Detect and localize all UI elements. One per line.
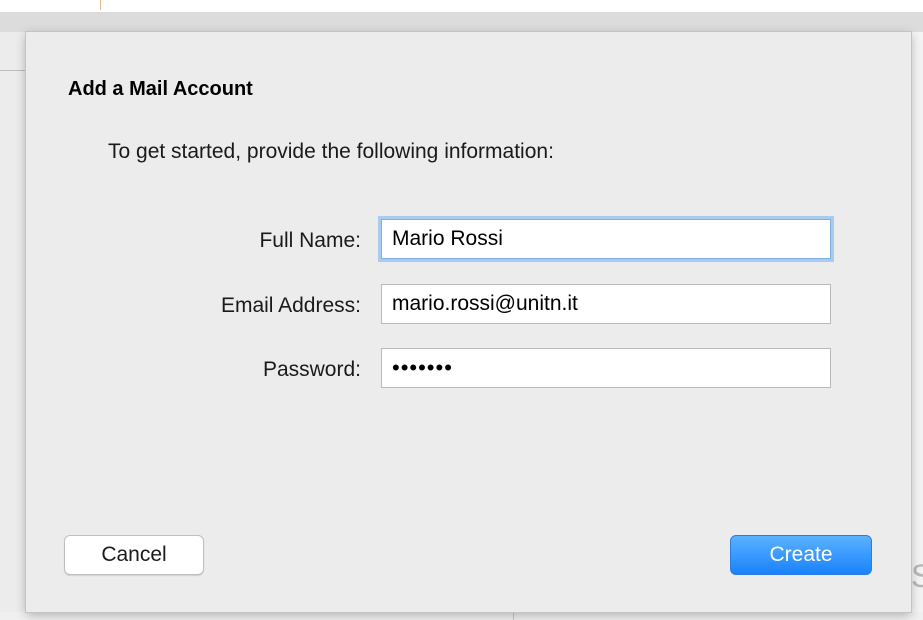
- background-divider: [513, 612, 514, 620]
- dialog-title: Add a Mail Account: [68, 78, 253, 100]
- background-window-bottom: [0, 612, 923, 620]
- email-address-label: Email Address:: [220, 294, 361, 317]
- background-window-top: [0, 0, 923, 12]
- full-name-label: Full Name:: [259, 229, 361, 252]
- dialog-instructions: To get started, provide the following in…: [108, 140, 554, 163]
- background-divider: [0, 70, 26, 71]
- password-label: Password:: [262, 358, 361, 381]
- cancel-button[interactable]: Cancel: [64, 535, 204, 575]
- background-window-right-edge: [911, 32, 923, 620]
- email-address-field[interactable]: [381, 284, 831, 324]
- full-name-field[interactable]: [381, 219, 831, 259]
- background-divider: [100, 0, 101, 10]
- add-mail-account-dialog: Add a Mail Account To get started, provi…: [26, 32, 911, 612]
- background-window-text: S: [911, 558, 923, 594]
- create-button[interactable]: Create: [730, 535, 872, 575]
- background-window-left-edge: [0, 32, 26, 620]
- password-field[interactable]: [381, 348, 831, 388]
- screen: S Add a Mail Account To get started, pro…: [0, 0, 923, 620]
- background-toolbar: [0, 12, 923, 32]
